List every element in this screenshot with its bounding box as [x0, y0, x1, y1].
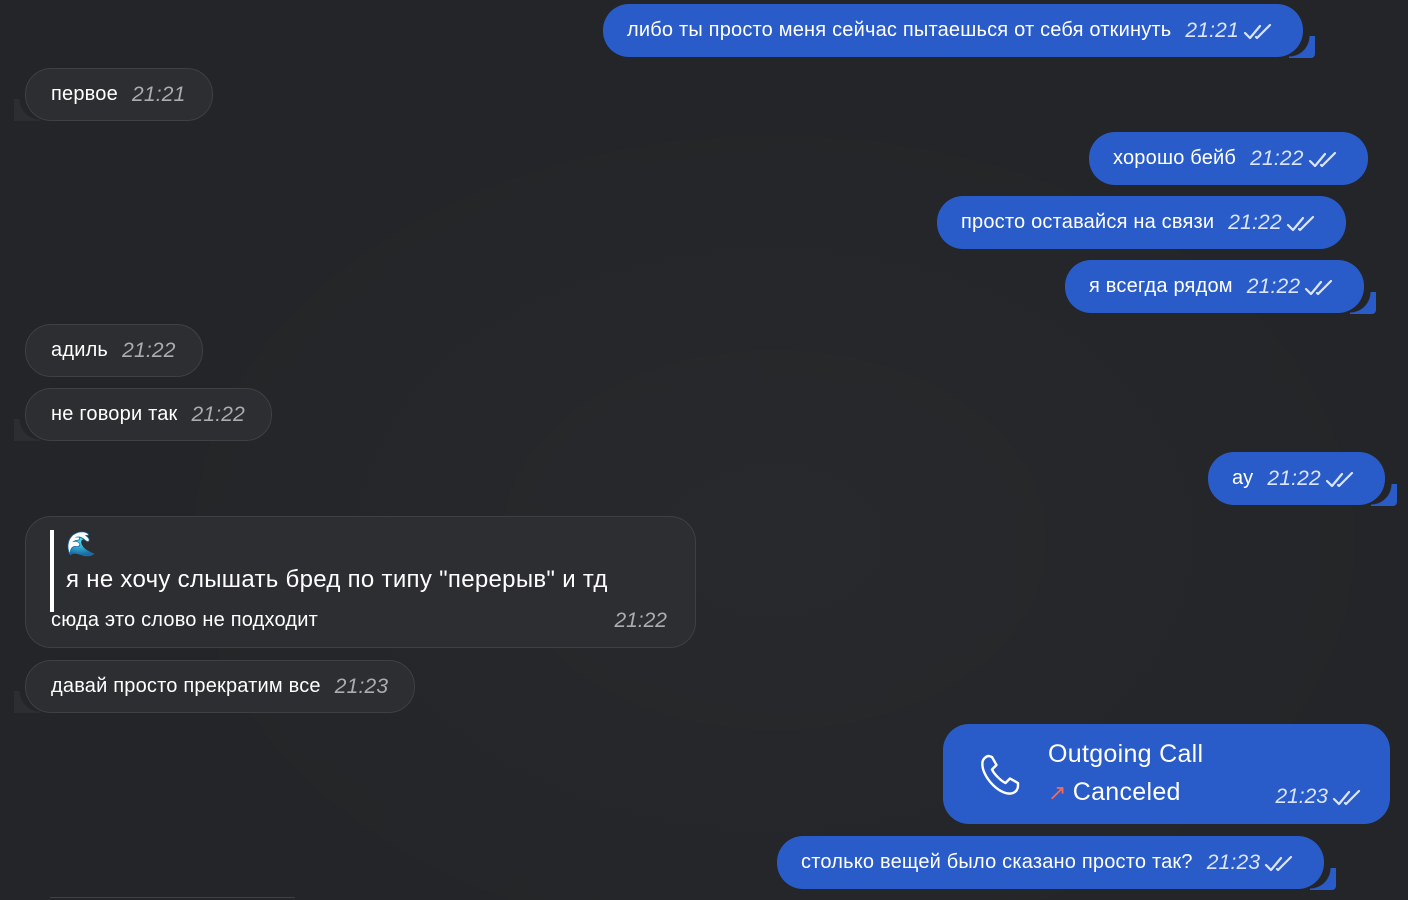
incoming-message[interactable]: адиль 21:22 — [25, 324, 203, 377]
message-time: 21:22 — [1250, 146, 1304, 170]
message-time: 21:21 — [1185, 18, 1239, 42]
message-text: ау — [1232, 467, 1254, 489]
message-text: сюда это слово не подходит — [51, 609, 318, 631]
message-text: не говори так — [51, 403, 178, 425]
outgoing-message[interactable]: просто оставайся на связи 21:22 — [937, 196, 1346, 249]
double-check-icon — [1308, 150, 1338, 170]
incoming-message[interactable]: не говори так 21:22 — [13, 388, 273, 441]
quote-block: 🌊 я не хочу слышать бред по типу "переры… — [50, 530, 608, 612]
outgoing-message[interactable]: я всегда рядом 21:22 — [1065, 260, 1377, 314]
outgoing-arrow-icon: ↗ — [1048, 779, 1067, 805]
message-time: 21:22 — [191, 402, 246, 426]
double-check-icon — [1243, 22, 1273, 42]
message-text: либо ты просто меня сейчас пытаешься от … — [627, 19, 1172, 41]
incoming-message[interactable]: первое 21:21 — [14, 68, 213, 121]
double-check-icon — [1332, 788, 1362, 808]
message-time: 21:22 — [1228, 210, 1282, 234]
quote-text: я не хочу слышать бред по типу "перерыв"… — [66, 566, 608, 593]
wave-emoji-icon: 🌊 — [66, 531, 96, 558]
message-time: 21:23 — [334, 674, 389, 698]
outgoing-call-message[interactable]: Outgoing Call ↗ Canceled 21:23 — [943, 724, 1390, 824]
message-text: столько вещей было сказано просто так? — [801, 851, 1193, 873]
message-time: 21:22 — [1267, 466, 1321, 490]
message-time: 21:22 — [122, 338, 176, 362]
phone-icon[interactable] — [975, 750, 1023, 798]
call-status: ↗ Canceled — [1048, 778, 1181, 807]
double-check-icon — [1264, 854, 1294, 874]
incoming-quote-message[interactable]: 🌊 я не хочу слышать бред по типу "переры… — [25, 516, 696, 648]
message-text: адиль — [51, 339, 109, 361]
outgoing-message[interactable]: ау 21:22 — [1208, 452, 1397, 506]
double-check-icon — [1304, 278, 1334, 298]
message-text: хорошо бейб — [1113, 147, 1237, 169]
double-check-icon — [1286, 214, 1316, 234]
outgoing-message[interactable]: либо ты просто меня сейчас пытаешься от … — [603, 4, 1315, 58]
call-status-text: Canceled — [1072, 778, 1181, 806]
call-meta: 21:23 — [1275, 785, 1362, 809]
outgoing-message[interactable]: хорошо бейб 21:22 — [1089, 132, 1368, 185]
incoming-message[interactable]: давай просто прекратим все 21:23 — [13, 660, 416, 713]
message-text: просто оставайся на связи — [961, 211, 1215, 233]
message-time: 21:22 — [614, 609, 667, 632]
message-time: 21:22 — [1246, 274, 1301, 298]
message-text: давай просто прекратим все — [51, 675, 321, 697]
chat-history[interactable]: либо ты просто меня сейчас пытаешься от … — [0, 0, 1408, 900]
outgoing-message[interactable]: столько вещей было сказано просто так? 2… — [777, 836, 1337, 890]
message-text: первое — [51, 83, 118, 105]
call-title: Outgoing Call — [1048, 740, 1204, 768]
double-check-icon — [1325, 470, 1355, 490]
message-text: я всегда рядом — [1089, 275, 1233, 297]
message-time: 21:23 — [1275, 785, 1328, 808]
message-time: 21:21 — [131, 82, 186, 106]
message-time: 21:23 — [1206, 850, 1261, 874]
